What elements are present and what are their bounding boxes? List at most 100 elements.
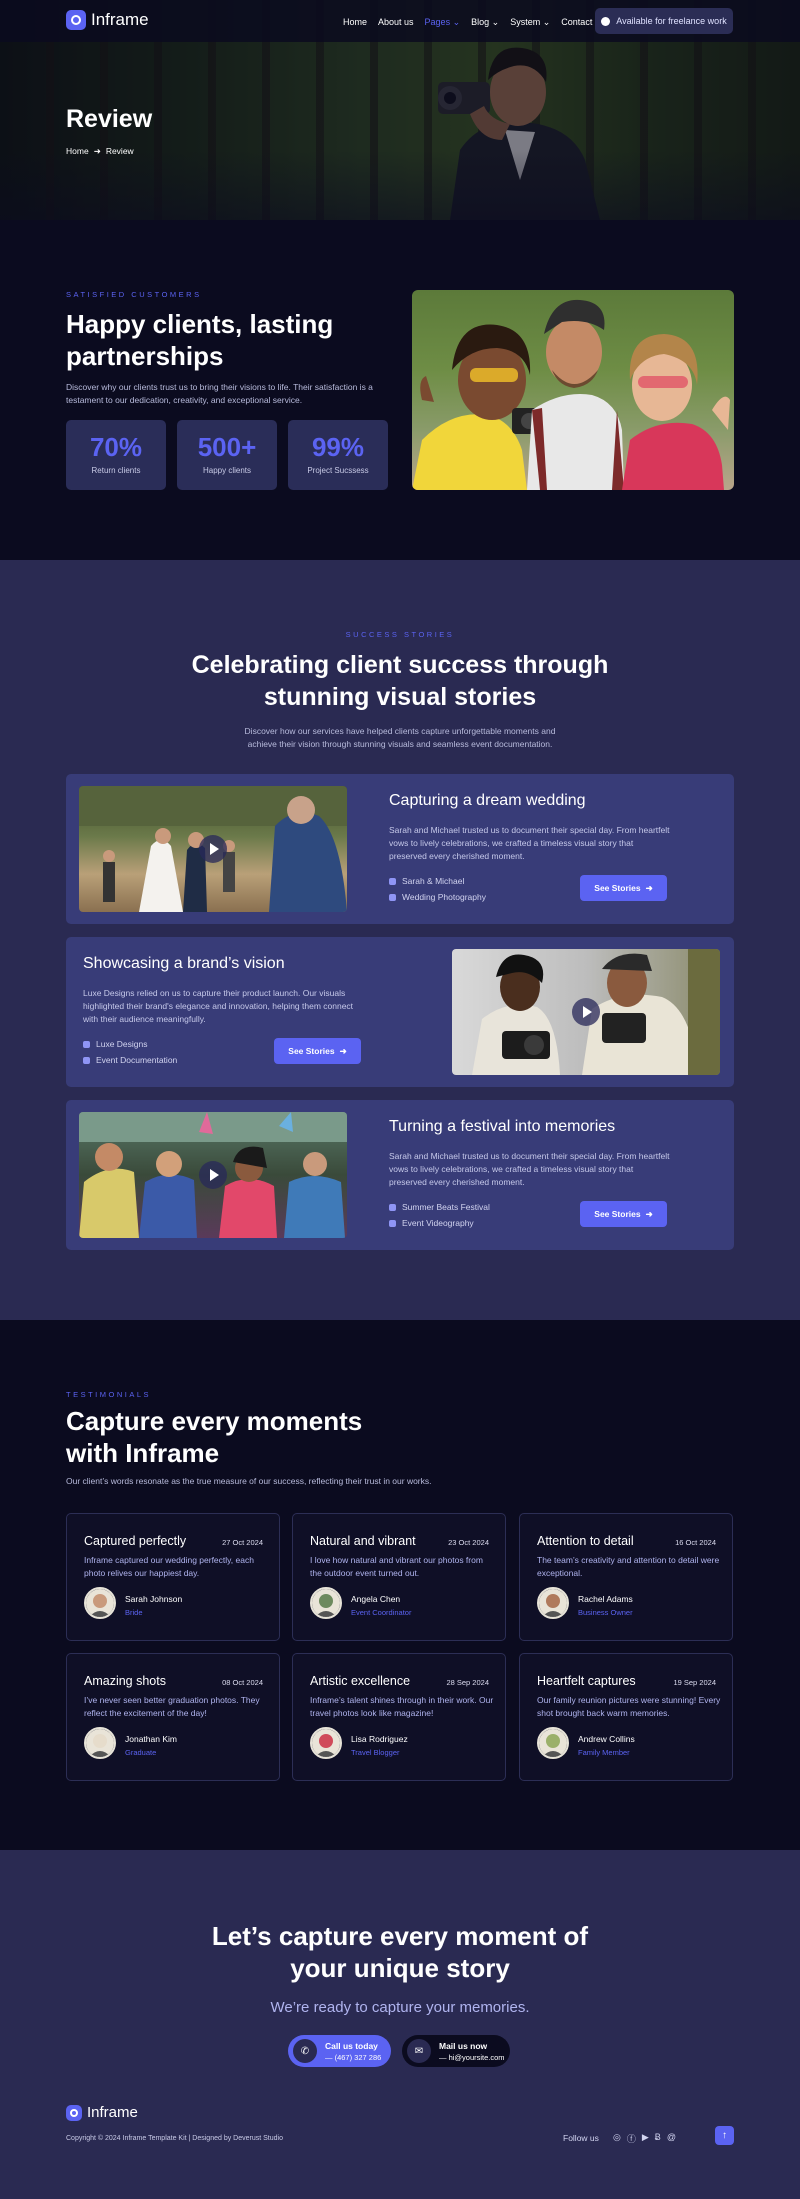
testimonial-card: Captured perfectly 27 Oct 2024 Inframe cap… [66, 1513, 280, 1641]
testimonial-text: I love how natural and vibrant our photo… [310, 1555, 483, 1578]
testimonial-text: Inframe captured our wedding perfectly, … [84, 1555, 254, 1578]
page-hero: Inframe Home About us Pages ⌄ Blog ⌄ Sys… [0, 0, 800, 220]
story-text: Luxe Designs relied on us to capture the… [83, 988, 354, 1024]
see-stories-button[interactable]: See Stories ➜ [274, 1038, 361, 1064]
mail-button[interactable]: ✉ Mail us now — hi@yoursite.com [402, 2035, 510, 2067]
story-title: Capturing a dream wedding [389, 792, 586, 809]
button-label: See Stories [594, 1209, 641, 1219]
cta-subtitle: We’re ready to capture your memories. [270, 1999, 530, 2016]
story-client: Luxe Designs [83, 1039, 148, 1049]
nav-pages[interactable]: Pages ⌄ [425, 17, 461, 28]
mail-icon: ✉ [407, 2039, 431, 2063]
nav-blog[interactable]: Blog ⌄ [471, 17, 499, 28]
wedding-video-thumbnail[interactable] [79, 786, 347, 912]
stat-card: 99% Project Sucssess [288, 420, 388, 490]
friends-photo [412, 299, 730, 490]
story-client: Sarah & Michael [389, 876, 464, 886]
threads-icon[interactable]: @ [667, 2132, 676, 2145]
avatar [84, 1587, 116, 1619]
see-stories-button[interactable]: See Stories ➜ [580, 1201, 667, 1227]
brand-logo[interactable]: Inframe [66, 10, 149, 30]
mail-label: Mail us now [439, 2040, 488, 2051]
story-card: Capturing a dream wedding Sarah and Mich… [66, 774, 734, 924]
facebook-icon[interactable]: ⓕ [627, 2132, 636, 2145]
play-icon[interactable] [199, 835, 227, 863]
testimonials-section: TESTIMONIALS Capture every moments with … [0, 1320, 800, 1850]
play-icon[interactable] [199, 1161, 227, 1189]
testimonial-card: Artistic excellence 28 Sep 2024 Inframe’s … [292, 1653, 506, 1781]
service-name: Event Documentation [96, 1055, 178, 1065]
testimonial-text: The team’s creativity and attention to d… [537, 1555, 720, 1578]
footer-logo[interactable]: Inframe [66, 2104, 138, 2121]
section-kicker: SATISFIED CUSTOMERS [66, 290, 202, 299]
stat-value: 500+ [197, 432, 257, 462]
section-title: Capture every moments with Inframe [66, 1405, 362, 1469]
story-text: Sarah and Michael trusted us to document… [389, 1151, 670, 1187]
nav-pages-label: Pages [424, 17, 451, 27]
logo-icon [66, 2104, 82, 2121]
avatar [84, 1727, 116, 1759]
hero-fade [0, 150, 800, 220]
festival-video-thumbnail[interactable] [79, 1112, 347, 1238]
freelance-button[interactable]: Available for freelance work [595, 8, 733, 34]
youtube-icon[interactable]: ▶ [642, 2132, 649, 2145]
testimonial-text: Our family reunion pictures were stunnin… [537, 1695, 721, 1718]
logo-icon [66, 10, 86, 30]
top-navbar: Inframe Home About us Pages ⌄ Blog ⌄ Sys… [0, 0, 800, 42]
testimonial-text: I’ve never seen better graduation photos… [84, 1695, 260, 1718]
testimonial-date: 08 Oct 2024 [222, 1678, 263, 1687]
story-title: Showcasing a brand’s vision [83, 955, 285, 972]
title-line: your unique story [290, 1953, 510, 1983]
testimonial-title: Captured perfectly [84, 1534, 187, 1548]
chevron-down-icon: ⌄ [452, 17, 461, 27]
contact-cta-section: Let’s capture every moment of your uniqu… [0, 1850, 800, 2199]
testimonial-card: Attention to detail 16 Oct 2024 The team’s… [519, 1513, 733, 1641]
story-card: Showcasing a brand’s vision Luxe Designs… [66, 937, 734, 1087]
reviewer-name: Jonathan Kim [125, 1734, 177, 1744]
satisfied-section: SATISFIED CUSTOMERS Happy clients, lasti… [0, 220, 800, 560]
testimonial-card: Natural and vibrant 23 Oct 2024 I love how… [292, 1513, 506, 1641]
title-line: with Inframe [66, 1438, 220, 1468]
nav-about[interactable]: About us [378, 17, 414, 28]
breadcrumb-home[interactable]: Home [66, 146, 89, 157]
call-number: — (467) 327 286 [325, 2052, 382, 2062]
nav-blog-label: Blog [471, 17, 490, 27]
reviewer-role: Event Coordinator [351, 1608, 412, 1617]
camera-icon [389, 1219, 396, 1227]
scroll-top-button[interactable]: ↑ [715, 2126, 734, 2145]
play-icon[interactable] [572, 998, 600, 1026]
avatar [537, 1587, 569, 1619]
reviewer-role: Business Owner [578, 1608, 633, 1617]
nav-home[interactable]: Home [343, 17, 367, 28]
reviewer-name: Angela Chen [351, 1594, 401, 1604]
follow-label: Follow us [563, 2133, 599, 2143]
section-kicker: TESTIMONIALS [66, 1390, 152, 1399]
user-icon [83, 1040, 90, 1048]
see-stories-button[interactable]: See Stories ➜ [580, 875, 667, 901]
status-dot-icon [601, 16, 611, 26]
instagram-icon[interactable]: ◎ [613, 2132, 621, 2145]
call-label: Call us today [325, 2040, 378, 2051]
brand-video-thumbnail[interactable] [452, 949, 720, 1075]
title-line: stunning visual stories [263, 683, 537, 711]
title-line: partnerships [66, 341, 224, 371]
user-icon [389, 1203, 396, 1211]
mail-address: — hi@yoursite.com [439, 2052, 505, 2062]
reviewer-name: Lisa Rodriguez [351, 1734, 408, 1744]
nav-system[interactable]: System ⌄ [510, 17, 550, 28]
reviewer-role: Graduate [125, 1748, 157, 1757]
call-button[interactable]: ✆ Call us today — (467) 327 286 [288, 2035, 391, 2067]
section-title: Celebrating client success through stunn… [0, 649, 800, 713]
story-service: Wedding Photography [389, 892, 486, 902]
arrow-right-icon: ➜ [339, 1045, 347, 1056]
freelance-label: Available for freelance work [616, 16, 727, 26]
behance-icon[interactable]: Ƀ [655, 2132, 661, 2145]
title-line: Celebrating client success through [191, 651, 609, 679]
title-line: Let’s capture every moment of [211, 1921, 589, 1951]
story-card: Turning a festival into memories Sarah a… [66, 1100, 734, 1250]
avatar [310, 1727, 342, 1759]
client-name: Sarah & Michael [402, 876, 465, 886]
avatar [537, 1727, 569, 1759]
section-text: Discover why our clients trust us to bri… [66, 382, 373, 405]
page-title: Review [66, 105, 153, 133]
